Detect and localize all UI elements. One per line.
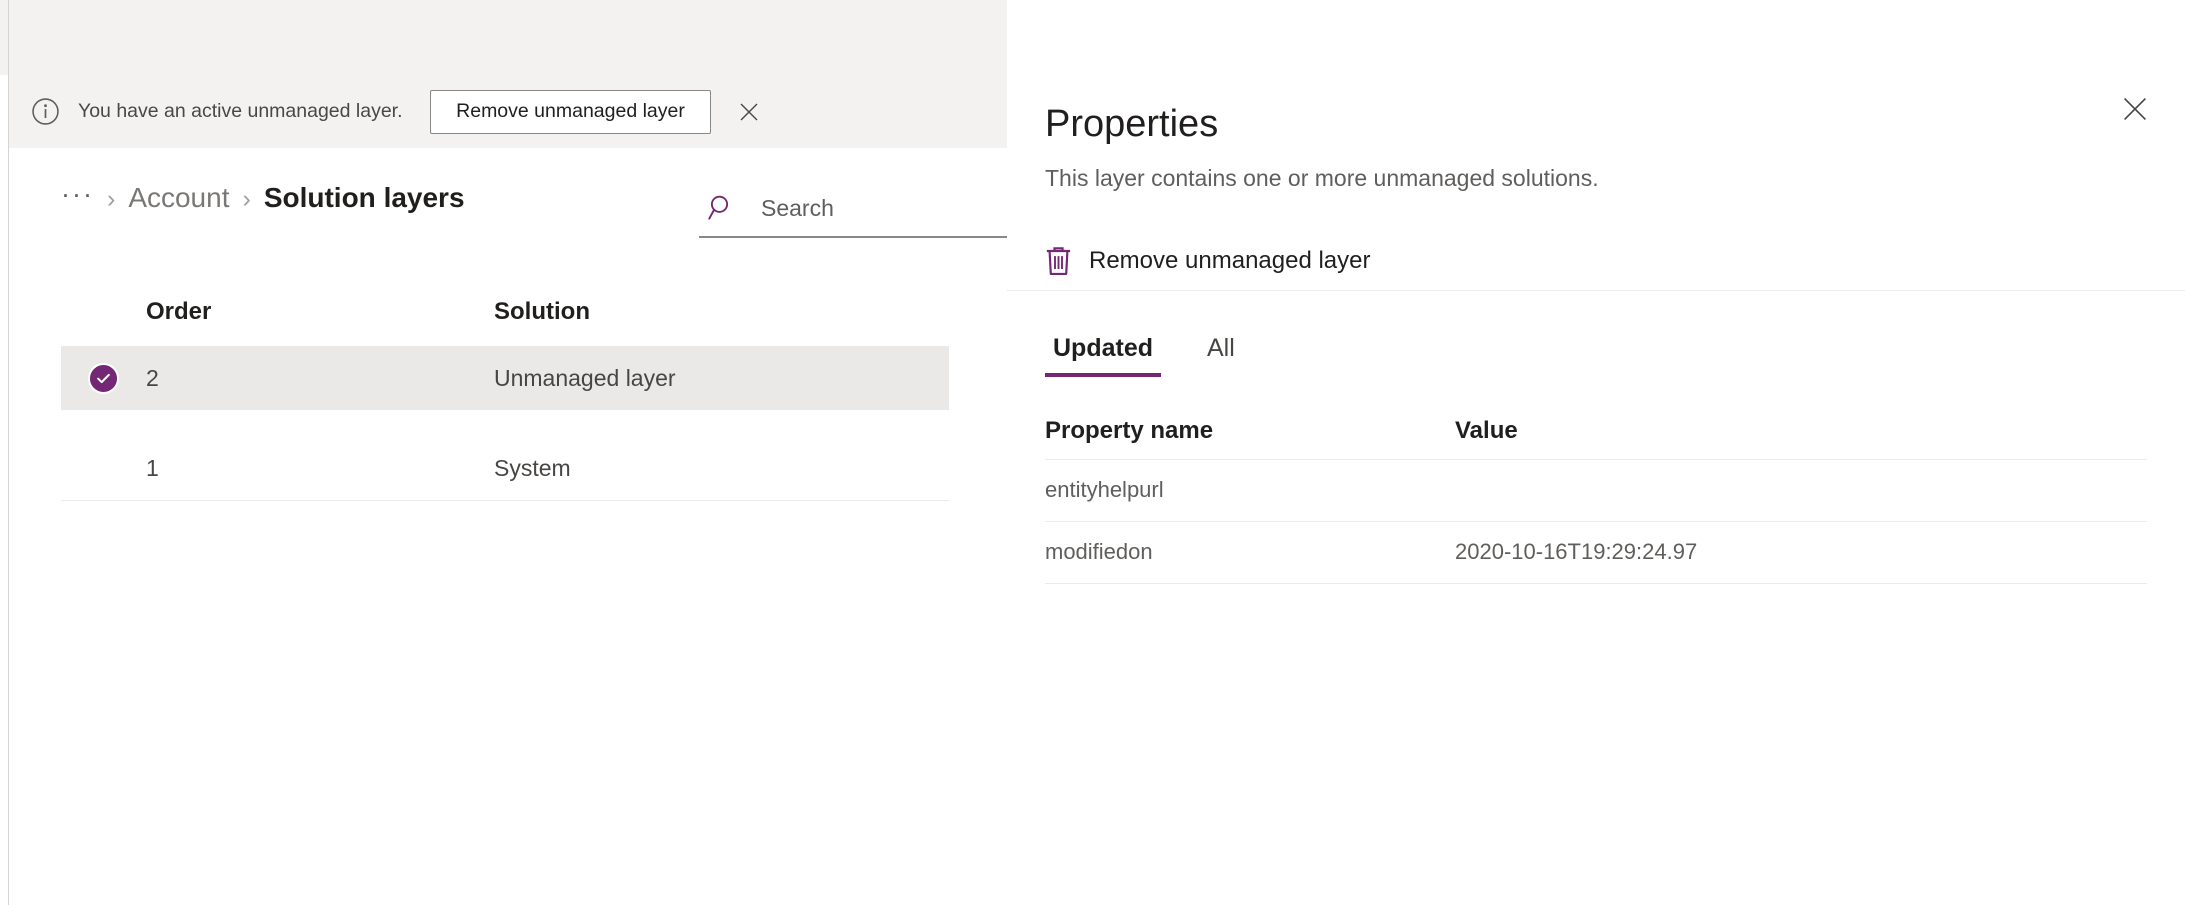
trash-icon	[1046, 246, 1071, 275]
search-icon	[708, 195, 729, 220]
property-column-header-value: Value	[1455, 416, 1518, 444]
close-icon	[740, 103, 758, 120]
unmanaged-layer-message-bar: You have an active unmanaged layer. Th..…	[9, 75, 1007, 148]
properties-divider	[1045, 582, 2147, 584]
left-edge-divider	[8, 0, 9, 905]
table-row[interactable]: 2 Unmanaged layer	[61, 346, 949, 410]
checkmark-icon	[88, 362, 119, 394]
property-column-header-name: Property name	[1045, 416, 1214, 444]
properties-table: Property name Value entityhelpurl modifi…	[1007, 403, 2185, 584]
solution-layers-pane: ··· › Account › Solution layers Order So…	[9, 148, 1007, 905]
panel-command-bar: Remove unmanaged layer	[1007, 232, 2185, 291]
cell-order: 1	[146, 454, 159, 481]
grid-bottom-divider	[61, 500, 949, 501]
breadcrumb-overflow-button[interactable]: ···	[61, 181, 94, 208]
breadcrumb-item-account[interactable]: Account	[128, 184, 229, 212]
top-chrome-band	[0, 0, 1007, 75]
message-bar-text: You have an active unmanaged layer. Th..…	[78, 99, 408, 122]
search-box[interactable]	[699, 180, 1007, 238]
tab-updated[interactable]: Updated	[1045, 334, 1161, 377]
panel-close-button[interactable]	[2113, 87, 2157, 131]
info-circle-icon	[32, 98, 59, 125]
panel-tabs: Updated All	[1007, 317, 2185, 377]
grid-header-row: Order Solution	[61, 278, 949, 346]
table-row[interactable]: entityhelpurl	[1045, 460, 2147, 521]
message-bar-close-button[interactable]	[733, 96, 765, 128]
tab-all[interactable]: All	[1199, 334, 1243, 377]
command-label: Remove unmanaged layer	[1089, 246, 1371, 274]
remove-unmanaged-layer-button[interactable]: Remove unmanaged layer	[430, 89, 711, 134]
table-row[interactable]: 1 System	[61, 436, 949, 500]
cell-solution: Unmanaged layer	[494, 364, 676, 391]
breadcrumb-separator-1: ›	[106, 185, 116, 213]
row-selection-checkbox[interactable]	[61, 362, 146, 394]
cell-property-value: 2020-10-16T19:29:24.97	[1455, 539, 1698, 565]
grid-column-header-solution: Solution	[494, 298, 590, 325]
panel-header: Properties This layer contains one or mo…	[1007, 75, 2185, 194]
breadcrumb-item-solution-layers: Solution layers	[263, 182, 465, 213]
panel-subtitle: This layer contains one or more unmanage…	[1045, 164, 1599, 191]
table-row[interactable]: modifiedon 2020-10-16T19:29:24.97	[1045, 522, 2147, 583]
remove-unmanaged-layer-command[interactable]: Remove unmanaged layer	[1045, 246, 1371, 276]
grid-column-header-order: Order	[146, 298, 212, 325]
cell-order: 2	[146, 364, 159, 391]
cell-property-name: modifiedon	[1045, 539, 1153, 565]
properties-header-row: Property name Value	[1045, 403, 2147, 459]
properties-panel: Properties This layer contains one or mo…	[1007, 75, 2185, 905]
solution-layers-screen: You have an active unmanaged layer. Th..…	[0, 0, 2185, 905]
search-input[interactable]	[761, 194, 961, 222]
grid-row-gap	[61, 410, 949, 436]
check-glyph-icon	[97, 373, 110, 383]
cell-property-name: entityhelpurl	[1045, 477, 1164, 503]
pane-command-row: ··· › Account › Solution layers	[9, 148, 1007, 278]
breadcrumb-separator-2: ›	[242, 185, 251, 213]
page-title: Properties	[1045, 103, 1219, 145]
close-icon	[2124, 98, 2146, 120]
cell-solution: System	[494, 454, 571, 481]
breadcrumb: ··· › Account › Solution layers	[61, 181, 465, 213]
solution-layers-grid: Order Solution 2 Unmanaged layer 1 Syste…	[61, 278, 949, 501]
